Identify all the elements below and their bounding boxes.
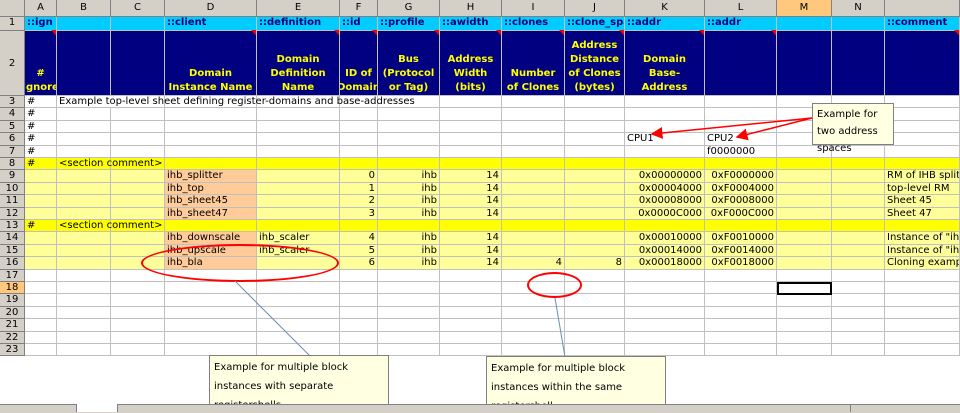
sheet-tab-active[interactable] <box>76 404 118 412</box>
connector-instances <box>234 280 311 357</box>
connector-clones <box>554 297 566 358</box>
horizontal-scrollbar[interactable] <box>850 405 960 412</box>
note-multiple-clones: Example for multiple block instances wit… <box>486 356 666 412</box>
spreadsheet-grid[interactable]: A B C D E F G H I J K L M N 1::ign::client::definition… <box>0 0 960 412</box>
annotation-connectors <box>234 117 813 358</box>
arrow-to-cpu2 <box>735 117 813 141</box>
arrow-to-cpu1 <box>650 117 813 139</box>
cell-B8[interactable]: <section comment> <box>57 158 162 171</box>
note-multiple-block-instances: Example for multiple block instances wit… <box>209 355 389 411</box>
note-two-address-spaces: Example for two address spaces <box>812 103 894 154</box>
cell-B3[interactable]: Example top-level sheet defining registe… <box>57 96 415 109</box>
cell-B13[interactable]: <section comment> <box>57 220 162 233</box>
